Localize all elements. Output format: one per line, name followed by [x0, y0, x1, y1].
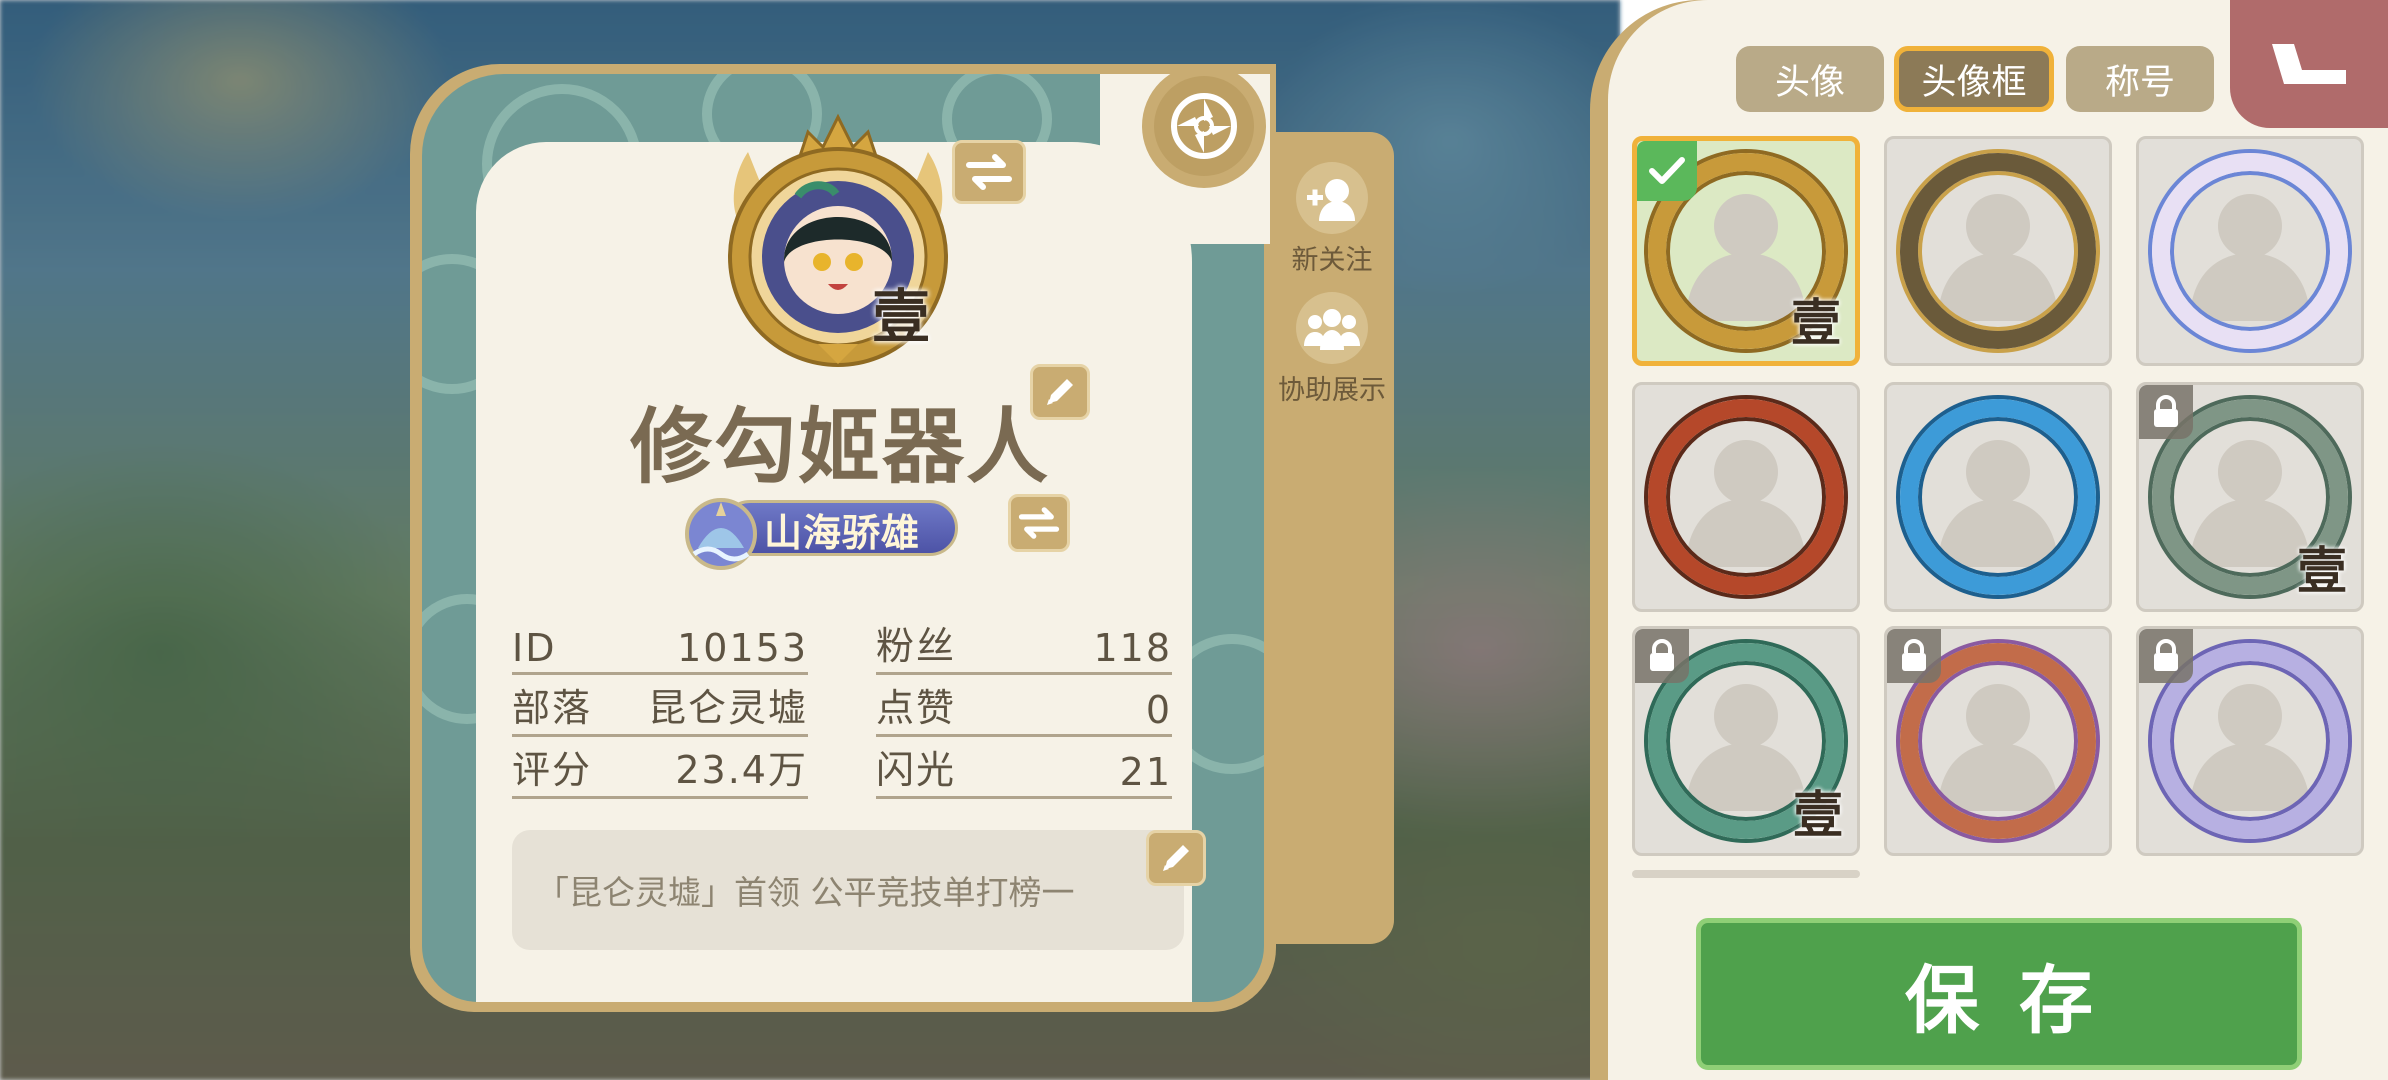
stat-likes-label: 点赞 [876, 686, 957, 730]
signature-box: 「昆仑灵墟」首领 公平竞技单打榜一 [512, 830, 1184, 950]
frame-option-cat-ear-bow-frame[interactable] [2136, 136, 2364, 366]
frame-option-spirit-fox-frame[interactable] [2136, 626, 2364, 856]
pencil-icon [1163, 845, 1189, 871]
settings-button[interactable] [1142, 64, 1266, 188]
frame-option-phoenix-feather-frame[interactable] [1632, 382, 1860, 612]
frame-option-teal-pattern-frame[interactable]: 壹 [1632, 626, 1860, 856]
stat-score-value: 23.4万 [675, 748, 808, 792]
edit-signature-button[interactable] [1146, 830, 1206, 886]
assist-display-label: 协助展示 [1278, 375, 1386, 406]
frame-option-water-dragon-frame[interactable] [1884, 382, 2112, 612]
stat-id-value: 10153 [677, 626, 808, 670]
stat-fans: 粉丝 118 [876, 614, 1172, 675]
swap-avatar-button[interactable] [952, 140, 1026, 204]
avatar-frame-mark: 壹 [872, 283, 931, 351]
frame-ring [1648, 399, 1844, 595]
check-icon [1637, 141, 1697, 201]
lock-icon [2139, 385, 2193, 439]
signature-text: 「昆仑灵墟」首领 公平竞技单打榜一 [536, 873, 1075, 912]
frame-ring [1900, 399, 2096, 595]
frame-mark: 壹 [1793, 785, 1843, 844]
stat-id: ID 10153 [512, 614, 808, 675]
frame-mark: 壹 [1791, 293, 1841, 352]
stat-score-label: 评分 [512, 748, 593, 792]
lock-icon [1887, 629, 1941, 683]
stat-score: 评分 23.4万 [512, 738, 808, 799]
title-emblem-icon [685, 498, 757, 570]
frame-ring [2152, 153, 2348, 349]
stat-tribe-label: 部落 [512, 686, 593, 730]
swap-icon [1018, 507, 1060, 539]
stat-fans-value: 118 [1093, 626, 1172, 670]
stat-likes-value: 0 [1145, 688, 1172, 732]
lock-icon [2139, 629, 2193, 683]
player-name: 修勾姬器人 [629, 400, 1050, 495]
frame-option-jade-ring-frame[interactable]: 壹 [2136, 382, 2364, 612]
add-follow-icon [1296, 162, 1368, 234]
frame-option-hexagon-flower-frame[interactable] [1884, 136, 2112, 366]
return-icon [2272, 44, 2346, 84]
tab-avatar[interactable]: 头像 [1736, 46, 1884, 112]
tab-title[interactable]: 称号 [2066, 46, 2214, 112]
stat-tribe-value: 昆仑灵墟 [647, 686, 808, 730]
stat-flash-value: 21 [1119, 750, 1172, 794]
tab-avatar-frame[interactable]: 头像框 [1894, 46, 2054, 112]
stat-likes: 点赞 0 [876, 676, 1172, 737]
stat-flash: 闪光 21 [876, 738, 1172, 799]
back-button[interactable] [2230, 0, 2388, 128]
group-icon [1296, 292, 1368, 364]
frame-option-gold-wreath-frame[interactable]: 壹 [1632, 136, 1860, 366]
stat-tribe: 部落 昆仑灵墟 [512, 676, 808, 737]
follow-button[interactable]: 新关注 [1272, 162, 1392, 277]
assist-display-button[interactable]: 协助展示 [1272, 292, 1392, 407]
title-badge[interactable]: 山海骄雄 [678, 488, 968, 570]
frame-option-autumn-flower-frame[interactable] [1884, 626, 2112, 856]
title-badge-label: 山海骄雄 [764, 511, 921, 555]
stat-flash-label: 闪光 [876, 748, 957, 792]
frame-ring [1900, 153, 2096, 349]
settings-icon [1154, 76, 1254, 176]
stat-id-label: ID [512, 626, 557, 670]
swap-icon [966, 154, 1012, 190]
next-row-peek [1632, 870, 1860, 878]
follow-label: 新关注 [1291, 245, 1373, 276]
swap-title-button[interactable] [1008, 494, 1070, 552]
save-button[interactable]: 保存 [1696, 918, 2302, 1070]
lock-icon [1635, 629, 1689, 683]
stat-fans-label: 粉丝 [876, 624, 957, 668]
frame-mark: 壹 [2297, 541, 2347, 600]
